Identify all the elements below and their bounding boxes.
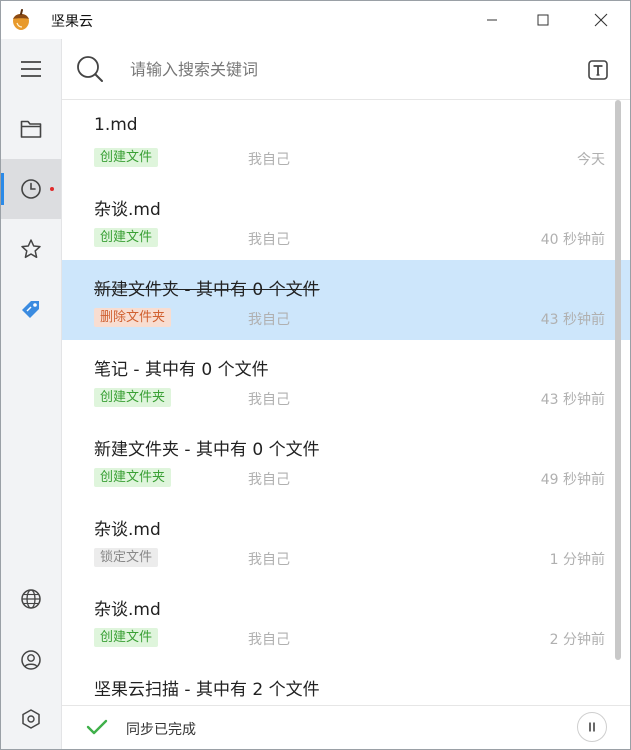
- item-title: 新建文件夹 - 其中有 0 个文件: [94, 440, 320, 460]
- action-tag: 创建文件: [94, 228, 159, 247]
- settings-icon: [22, 709, 40, 729]
- menu-icon: [21, 61, 41, 77]
- sidebar: [1, 39, 62, 749]
- list-item[interactable]: 杂谈.md 创建文件 我自己 2 分钟前: [62, 580, 630, 660]
- text-search-toggle-icon[interactable]: [586, 58, 610, 86]
- globe-icon: [21, 589, 41, 609]
- maximize-button[interactable]: [520, 1, 566, 39]
- item-title: 杂谈.md: [94, 200, 161, 220]
- action-tag: 锁定文件: [94, 548, 159, 567]
- list-item[interactable]: 笔记 - 其中有 0 个文件 创建文件夹 我自己 43 秒钟前: [62, 340, 630, 420]
- item-title: 1.md: [94, 115, 138, 135]
- item-user: 我自己: [248, 632, 290, 648]
- list-item[interactable]: 1.md 创建文件 我自己 今天: [62, 100, 630, 180]
- minimize-icon: [487, 19, 497, 21]
- sidebar-item-tags[interactable]: [1, 279, 61, 339]
- close-icon: [594, 13, 608, 27]
- app-window: 坚果云 请输入搜索关键词 1.md 创建文件 我自己 今天 杂谈.md 创建文件…: [0, 0, 631, 750]
- sidebar-item-web[interactable]: [1, 569, 61, 629]
- clock-icon: [21, 179, 41, 199]
- item-time: 今天: [577, 152, 605, 168]
- item-title: 杂谈.md: [94, 520, 161, 540]
- list-item[interactable]: 杂谈.md 锁定文件 我自己 1 分钟前: [62, 500, 630, 580]
- sync-status-text: 同步已完成: [126, 722, 196, 738]
- action-tag: 创建文件: [94, 148, 159, 167]
- sidebar-item-account[interactable]: [1, 630, 61, 690]
- search-bar: [62, 39, 630, 100]
- list-item[interactable]: 杂谈.md 创建文件 我自己 40 秒钟前: [62, 180, 630, 260]
- close-button[interactable]: [578, 1, 624, 39]
- list-scrollbar[interactable]: [615, 100, 621, 660]
- item-user: 我自己: [248, 552, 290, 568]
- item-title: 新建文件夹 - 其中有 0 个文件: [94, 280, 320, 300]
- item-title: 笔记 - 其中有 0 个文件: [94, 360, 269, 380]
- title-bar: 坚果云: [1, 1, 630, 39]
- action-tag: 创建文件夹: [94, 468, 172, 487]
- notification-dot: [50, 187, 54, 191]
- search-input[interactable]: [130, 57, 550, 81]
- check-icon: [86, 718, 108, 740]
- item-time: 2 分钟前: [549, 632, 605, 648]
- tag-icon: [22, 301, 39, 318]
- list-item[interactable]: 新建文件夹 - 其中有 0 个文件 创建文件夹 我自己 49 秒钟前: [62, 420, 630, 500]
- sidebar-item-settings[interactable]: [1, 689, 61, 749]
- action-tag: 删除文件夹: [94, 308, 172, 327]
- window-title: 坚果云: [51, 14, 93, 30]
- status-bar: 同步已完成: [62, 705, 630, 749]
- item-user: 我自己: [248, 152, 290, 168]
- sidebar-item-starred[interactable]: [1, 219, 61, 279]
- pause-sync-button[interactable]: [577, 712, 607, 742]
- item-title: 杂谈.md: [94, 600, 161, 620]
- maximize-icon: [537, 14, 549, 26]
- star-icon: [21, 239, 41, 259]
- sidebar-item-recent[interactable]: [1, 159, 61, 219]
- list-item-selected[interactable]: 新建文件夹 - 其中有 0 个文件 删除文件夹 我自己 43 秒钟前: [62, 260, 630, 340]
- item-time: 1 分钟前: [549, 552, 605, 568]
- sidebar-item-files[interactable]: [1, 99, 61, 159]
- search-icon[interactable]: [76, 55, 104, 87]
- item-user: 我自己: [248, 392, 290, 408]
- item-user: 我自己: [248, 232, 290, 248]
- acorn-logo-icon: [10, 9, 32, 31]
- item-time: 49 秒钟前: [540, 472, 605, 488]
- activity-list: 1.md 创建文件 我自己 今天 杂谈.md 创建文件 我自己 40 秒钟前 新…: [62, 100, 630, 705]
- item-title: 坚果云扫描 - 其中有 2 个文件: [94, 680, 320, 700]
- item-user: 我自己: [248, 472, 290, 488]
- item-user: 我自己: [248, 312, 290, 328]
- minimize-button[interactable]: [469, 1, 515, 39]
- list-item[interactable]: 坚果云扫描 - 其中有 2 个文件: [62, 660, 630, 705]
- action-tag: 创建文件: [94, 628, 159, 647]
- action-tag: 创建文件夹: [94, 388, 172, 407]
- pause-icon: [589, 722, 595, 732]
- folder-icon: [20, 120, 42, 138]
- item-time: 43 秒钟前: [540, 312, 605, 328]
- user-icon: [21, 650, 41, 670]
- item-time: 43 秒钟前: [540, 392, 605, 408]
- item-time: 40 秒钟前: [540, 232, 605, 248]
- menu-button[interactable]: [1, 39, 61, 99]
